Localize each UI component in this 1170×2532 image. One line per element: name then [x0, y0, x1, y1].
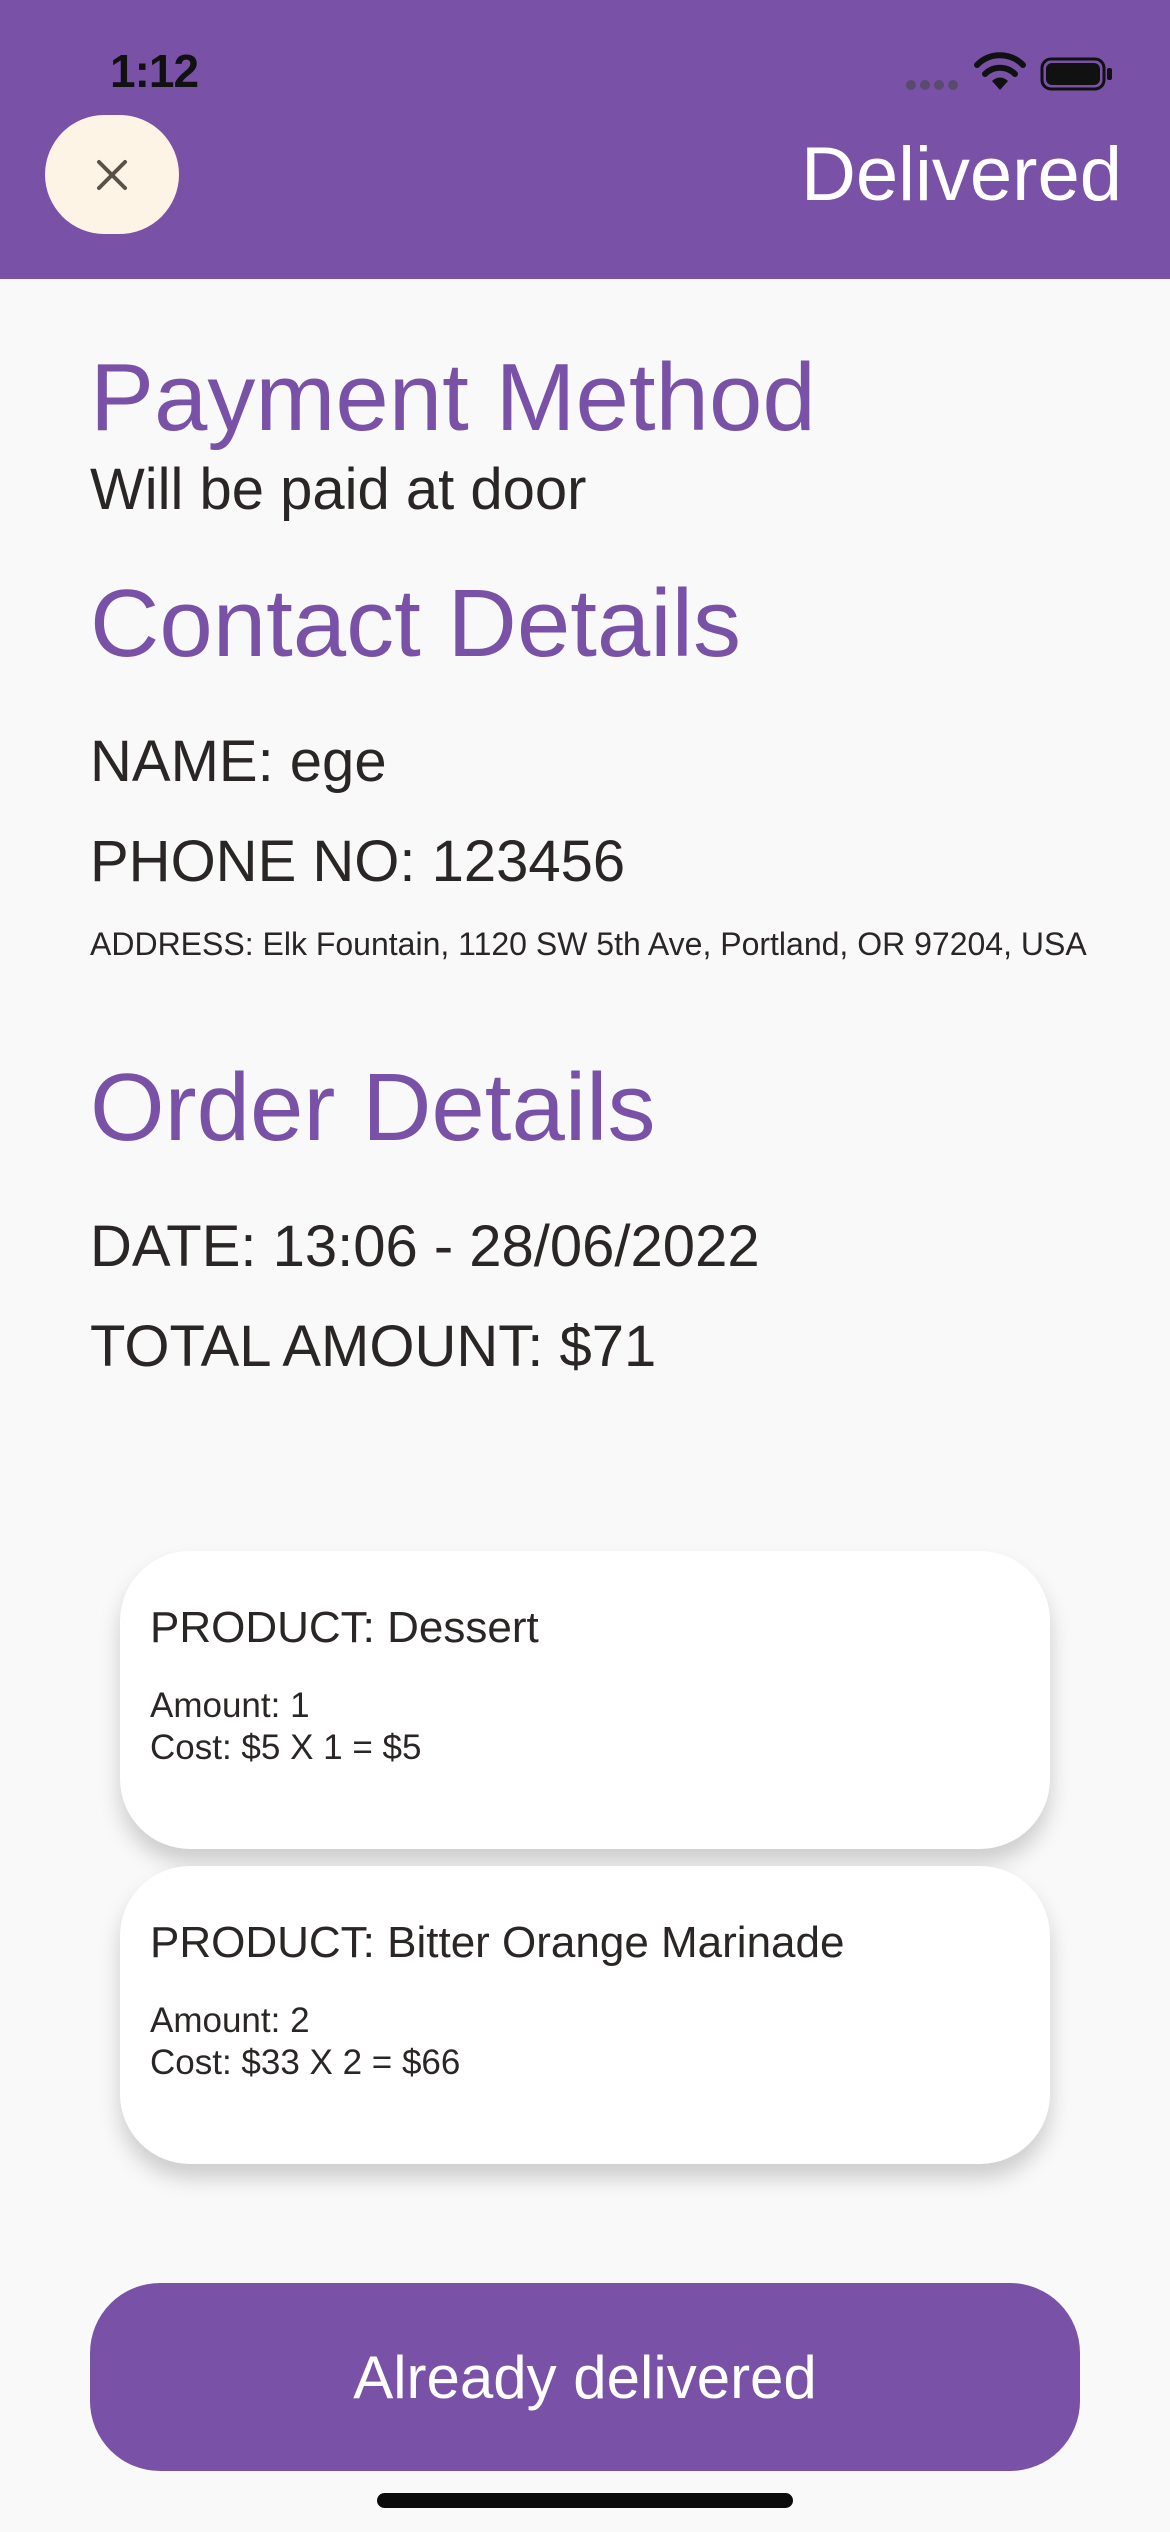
contact-phone: PHONE NO: 123456 — [90, 829, 626, 894]
payment-method-value: Will be paid at door — [90, 457, 587, 522]
payment-method-heading: Payment Method — [90, 344, 816, 451]
order-item-cost: Cost: $5 X 1 = $5 — [150, 1728, 422, 1767]
cellular-signal-icon — [906, 80, 960, 90]
order-item-amount: Amount: 2 — [150, 2001, 310, 2040]
close-icon — [97, 159, 127, 190]
order-date: DATE: 13:06 - 28/06/2022 — [90, 1214, 760, 1279]
order-item-card: PRODUCT: Bitter Orange Marinade Amount: … — [120, 1866, 1050, 2164]
order-item-product: PRODUCT: Dessert — [150, 1603, 539, 1652]
order-total: TOTAL AMOUNT: $71 — [90, 1314, 657, 1379]
already-delivered-label: Already delivered — [353, 2343, 817, 2411]
order-details-heading: Order Details — [90, 1054, 656, 1161]
wifi-icon — [974, 52, 1026, 90]
contact-details-heading: Contact Details — [90, 570, 741, 677]
contact-address: ADDRESS: Elk Fountain, 1120 SW 5th Ave, … — [90, 926, 1087, 962]
already-delivered-button[interactable]: Already delivered — [90, 2283, 1080, 2471]
home-indicator — [377, 2493, 793, 2508]
top-app-bar: 1:12 Delivered — [0, 0, 1170, 279]
order-status-title: Delivered — [800, 132, 1122, 217]
contact-name: NAME: ege — [90, 729, 387, 794]
order-item-product: PRODUCT: Bitter Orange Marinade — [150, 1918, 845, 1967]
order-item-cost: Cost: $33 X 2 = $66 — [150, 2043, 461, 2082]
close-button[interactable] — [45, 115, 179, 234]
status-time: 1:12 — [110, 45, 199, 97]
order-item-amount: Amount: 1 — [150, 1686, 310, 1725]
order-item-card: PRODUCT: Dessert Amount: 1 Cost: $5 X 1 … — [120, 1551, 1050, 1849]
battery-icon — [1040, 57, 1112, 91]
